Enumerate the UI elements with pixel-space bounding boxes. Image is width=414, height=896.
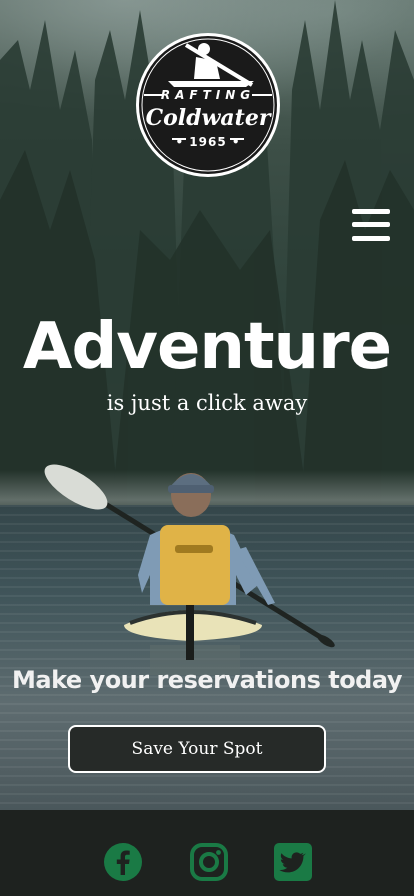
reservation-prompt: Make your reservations today <box>12 666 402 694</box>
footer <box>0 810 414 896</box>
logo-rafting-text: RAFTING <box>160 88 256 102</box>
facebook-icon[interactable] <box>103 842 143 882</box>
hero-subhead: is just a click away <box>106 391 308 415</box>
coldwater-rafting-logo[interactable]: RAFTING Coldwater • 1965 • <box>134 31 282 179</box>
save-your-spot-button[interactable]: Save Your Spot <box>68 725 326 773</box>
twitter-icon[interactable] <box>273 842 313 882</box>
logo-year: • 1965 • <box>175 135 241 149</box>
menu-bar <box>352 222 390 227</box>
menu-bar <box>352 209 390 214</box>
hamburger-menu-icon[interactable] <box>350 207 392 243</box>
logo-brand-name: Coldwater <box>145 105 271 131</box>
hero-headline: Adventure <box>22 310 392 384</box>
kayaker-illustration <box>44 464 335 675</box>
instagram-icon[interactable] <box>189 842 229 882</box>
menu-bar <box>352 236 390 241</box>
